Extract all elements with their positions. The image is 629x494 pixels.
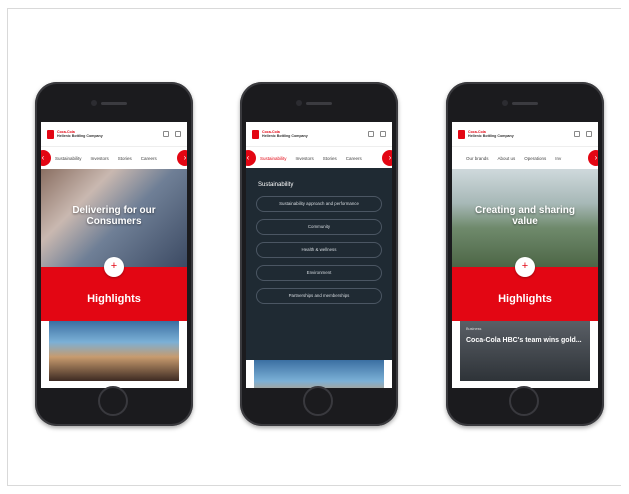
- nav-item-active[interactable]: Sustainability: [260, 156, 287, 161]
- hero-title: Delivering for our Consumers: [72, 205, 156, 227]
- menu-item[interactable]: Sustainability approach and performance: [256, 196, 382, 212]
- front-camera: [296, 100, 302, 106]
- nav-arrow-right-icon[interactable]: ›: [588, 150, 598, 166]
- dropdown-menu: Sustainability Sustainability approach a…: [246, 168, 392, 360]
- nav-item[interactable]: Investors: [91, 156, 109, 161]
- nav-item[interactable]: Our brands: [466, 156, 489, 161]
- news-card[interactable]: Business Coca-Cola HBC's team wins gold.…: [460, 321, 590, 381]
- menu-item[interactable]: Partnerships and memberships: [256, 288, 382, 304]
- search-icon[interactable]: [380, 131, 386, 137]
- nav-item[interactable]: Investors: [296, 156, 314, 161]
- home-button: [98, 386, 128, 416]
- nav-item[interactable]: Stories: [118, 156, 132, 161]
- highlights-section: + Highlights: [41, 257, 187, 321]
- menu-item[interactable]: Community: [256, 219, 382, 235]
- expand-icon[interactable]: +: [104, 257, 124, 277]
- phone-mockup-2: Coca-Cola Hellenic Bottling Company ‹ Sus…: [240, 82, 398, 426]
- nav-arrow-right-icon[interactable]: ›: [382, 150, 392, 166]
- search-icon[interactable]: [175, 131, 181, 137]
- news-title: Coca-Cola HBC's team wins gold...: [466, 337, 582, 344]
- highlights-section: + Highlights: [452, 257, 598, 321]
- brand-logo[interactable]: Coca-Cola Hellenic Bottling Company: [47, 129, 103, 139]
- brand-name-bottom: Hellenic Bottling Company: [262, 134, 308, 138]
- logo-mark-icon: [458, 129, 465, 139]
- hero-banner: Creating and sharing value: [452, 169, 598, 267]
- nav-item[interactable]: Sustainability: [55, 156, 82, 161]
- site-header: Coca-Cola Hellenic Bottling Company: [452, 122, 598, 147]
- phone-screen-1: Coca-Cola Hellenic Bottling Company ‹ Sus…: [41, 122, 187, 388]
- phone-mockup-3: Coca-Cola Hellenic Bottling Company Our b…: [446, 82, 604, 426]
- home-button: [509, 386, 539, 416]
- nav-arrow-left-icon[interactable]: ‹: [41, 150, 51, 166]
- highlights-heading: Highlights: [498, 293, 552, 305]
- site-header: Coca-Cola Hellenic Bottling Company: [246, 122, 392, 147]
- phone-screen-2: Coca-Cola Hellenic Bottling Company ‹ Sus…: [246, 122, 392, 388]
- section-nav: ‹ Sustainability Investors Stories Caree…: [41, 147, 187, 169]
- speaker-grill: [512, 102, 538, 105]
- hero-title: Creating and sharing value: [474, 205, 575, 227]
- nav-arrow-left-icon[interactable]: ‹: [246, 150, 256, 166]
- phone-mockup-1: Coca-Cola Hellenic Bottling Company ‹ Sus…: [35, 82, 193, 426]
- globe-icon[interactable]: [574, 131, 580, 137]
- speaker-grill: [101, 102, 127, 105]
- globe-icon[interactable]: [368, 131, 374, 137]
- section-nav: Our brands About us Operations Inv ›: [452, 147, 598, 169]
- nav-item[interactable]: Stories: [323, 156, 337, 161]
- front-camera: [502, 100, 508, 106]
- nav-item[interactable]: About us: [498, 156, 516, 161]
- nav-item[interactable]: Careers: [141, 156, 157, 161]
- front-camera: [91, 100, 97, 106]
- menu-title: Sustainability: [258, 182, 294, 188]
- news-category: Business: [466, 327, 482, 331]
- nav-item[interactable]: Inv: [555, 156, 561, 161]
- brand-name-bottom: Hellenic Bottling Company: [57, 134, 103, 138]
- section-nav: ‹ Sustainability Investors Stories Caree…: [246, 147, 392, 169]
- menu-item[interactable]: Environment: [256, 265, 382, 281]
- hero-banner: Delivering for our Consumers: [41, 169, 187, 267]
- search-icon[interactable]: [586, 131, 592, 137]
- home-button: [303, 386, 333, 416]
- nav-item[interactable]: Careers: [346, 156, 362, 161]
- menu-item[interactable]: Health & wellness: [256, 242, 382, 258]
- expand-icon[interactable]: +: [515, 257, 535, 277]
- brand-name-bottom: Hellenic Bottling Company: [468, 134, 514, 138]
- brand-logo[interactable]: Coca-Cola Hellenic Bottling Company: [252, 129, 308, 139]
- brand-logo[interactable]: Coca-Cola Hellenic Bottling Company: [458, 129, 514, 139]
- globe-icon[interactable]: [163, 131, 169, 137]
- highlights-heading: Highlights: [87, 293, 141, 305]
- story-photo[interactable]: [254, 360, 384, 388]
- speaker-grill: [306, 102, 332, 105]
- site-header: Coca-Cola Hellenic Bottling Company: [41, 122, 187, 147]
- story-photo[interactable]: [49, 321, 179, 381]
- nav-arrow-right-icon[interactable]: ›: [177, 150, 187, 166]
- phone-screen-3: Coca-Cola Hellenic Bottling Company Our b…: [452, 122, 598, 388]
- nav-item[interactable]: Operations: [524, 156, 546, 161]
- logo-mark-icon: [252, 129, 259, 139]
- logo-mark-icon: [47, 129, 54, 139]
